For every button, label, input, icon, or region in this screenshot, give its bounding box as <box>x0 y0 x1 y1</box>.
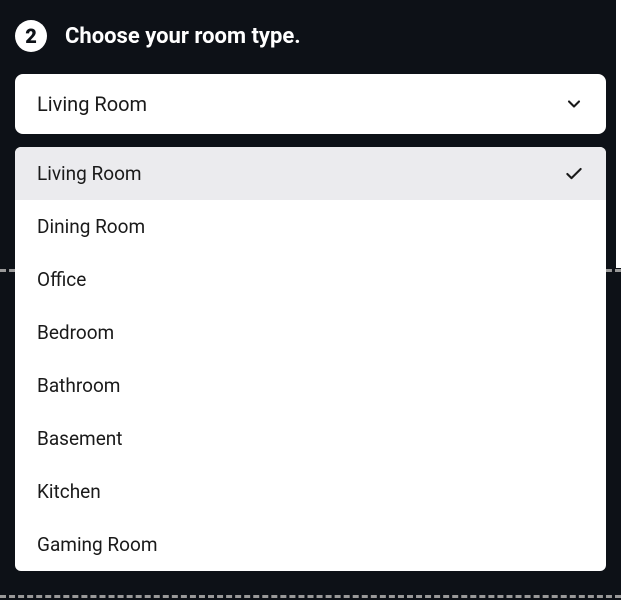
dropdown-option[interactable]: Bedroom <box>15 306 606 359</box>
dropdown-option-label: Bedroom <box>37 321 114 344</box>
dropdown-option[interactable]: Gaming Room <box>15 518 606 571</box>
dropdown-option-label: Dining Room <box>37 215 145 238</box>
dropdown-option-label: Bathroom <box>37 374 120 397</box>
form-step-container: 2 Choose your room type. Living Room Liv… <box>0 0 621 591</box>
room-type-select[interactable]: Living Room <box>15 74 606 134</box>
dropdown-option[interactable]: Dining Room <box>15 200 606 253</box>
room-type-dropdown: Living Room Dining Room Office Bedroom Bathr… <box>15 147 606 571</box>
dropdown-option[interactable]: Living Room <box>15 147 606 200</box>
dropdown-option-label: Kitchen <box>37 480 101 503</box>
step-number-badge: 2 <box>15 20 47 52</box>
divider <box>0 595 621 598</box>
dropdown-option[interactable]: Bathroom <box>15 359 606 412</box>
step-number: 2 <box>25 24 37 48</box>
dropdown-option[interactable]: Basement <box>15 412 606 465</box>
dropdown-option-label: Gaming Room <box>37 533 157 556</box>
dropdown-option-label: Office <box>37 268 86 291</box>
dropdown-option-label: Basement <box>37 427 123 450</box>
select-value-label: Living Room <box>37 92 147 116</box>
dropdown-option[interactable]: Kitchen <box>15 465 606 518</box>
step-title: Choose your room type. <box>65 24 301 49</box>
check-icon <box>564 164 584 184</box>
step-header: 2 Choose your room type. <box>15 20 606 52</box>
dropdown-option[interactable]: Office <box>15 253 606 306</box>
dropdown-option-label: Living Room <box>37 162 142 185</box>
chevron-down-icon <box>564 94 584 114</box>
